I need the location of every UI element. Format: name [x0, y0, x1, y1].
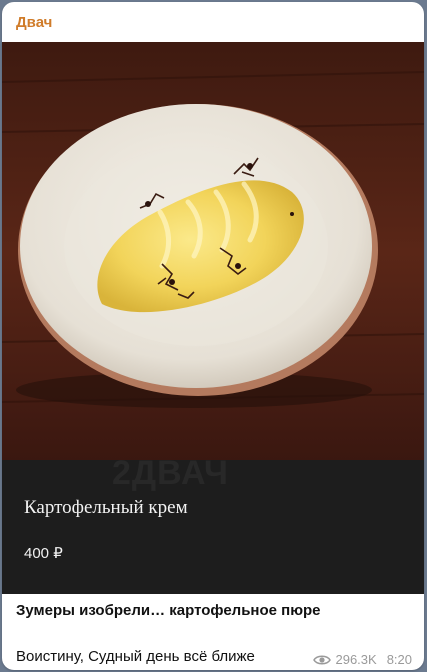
channel-name[interactable]: Двач — [16, 14, 52, 31]
post-title: Зумеры изобрели… картофельное пюре — [16, 602, 321, 619]
dish-price: 400 ₽ — [24, 545, 63, 562]
message-card: Двач 2ДВАЧ Картофельный крем 400 ₽ Зумер… — [2, 2, 424, 670]
watermark-text: 2ДВАЧ — [112, 454, 229, 492]
dish-title: Картофельный крем — [24, 497, 188, 518]
eye-icon — [313, 655, 332, 664]
food-photo — [2, 42, 424, 462]
message-time: 8:20 — [386, 652, 412, 667]
message-meta: 296.3K 8:20 — [313, 652, 412, 667]
view-count: 296.3K — [335, 652, 377, 667]
post-body: Воистину, Судный день всё ближе — [16, 648, 255, 665]
post-media[interactable]: 2ДВАЧ Картофельный крем 400 ₽ — [2, 42, 424, 594]
